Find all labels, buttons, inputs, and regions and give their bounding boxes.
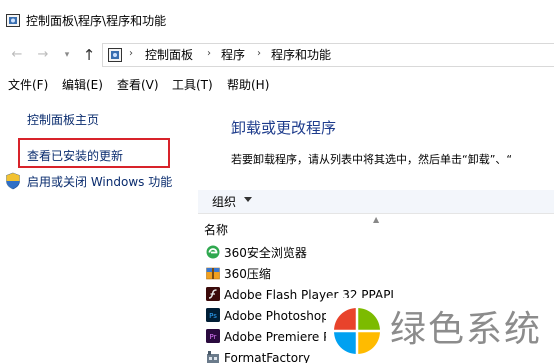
list-item[interactable]: 360压缩	[204, 265, 554, 283]
page-title: 卸载或更改程序	[231, 119, 337, 137]
watermark-text: 绿色系统	[390, 309, 543, 350]
format-factory-icon	[207, 351, 219, 363]
navigation-bar: ← → ▾ ↑ › 控制面板 › 程序 › 程序和功能	[0, 40, 554, 70]
forward-arrow-icon[interactable]: →	[34, 46, 52, 64]
list-item[interactable]: 360安全浏览器	[204, 244, 554, 262]
control-panel-icon	[108, 48, 122, 62]
breadcrumb-programs-and-features[interactable]: 程序和功能	[271, 48, 331, 62]
uac-shield-icon	[6, 172, 20, 190]
menu-view[interactable]: 查看(V)	[117, 78, 159, 92]
windows-logo-icon	[332, 306, 382, 356]
sort-up-icon: ▲	[373, 215, 380, 224]
breadcrumb-programs[interactable]: 程序	[221, 48, 245, 62]
control-panel-home-link[interactable]: 控制面板主页	[27, 113, 99, 127]
menu-edit[interactable]: 编辑(E)	[62, 78, 103, 92]
control-panel-icon	[6, 14, 20, 27]
premiere-icon: Pr	[206, 329, 220, 343]
photoshop-icon: Ps	[206, 308, 220, 322]
chevron-right-icon[interactable]: ›	[129, 48, 133, 59]
window-title: 控制面板\程序\程序和功能	[26, 14, 167, 28]
menu-file[interactable]: 文件(F)	[8, 78, 48, 92]
360-zip-icon	[206, 267, 220, 280]
title-bar: 控制面板\程序\程序和功能	[0, 0, 554, 40]
menu-help[interactable]: 帮助(H)	[227, 78, 269, 92]
windows-features-link[interactable]: 启用或关闭 Windows 功能	[27, 175, 172, 189]
breadcrumb-control-panel[interactable]: 控制面板	[145, 48, 193, 62]
watermark: 绿色系统	[326, 298, 554, 363]
svg-text:Ps: Ps	[209, 312, 217, 320]
recent-locations-chevron-icon[interactable]: ▾	[58, 46, 76, 64]
program-name: FormatFactory	[224, 351, 311, 363]
360-browser-icon	[206, 245, 220, 259]
address-bar[interactable]: › 控制面板 › 程序 › 程序和功能	[102, 43, 554, 67]
menu-bar: 文件(F) 编辑(E) 查看(V) 工具(T) 帮助(H)	[0, 74, 554, 96]
program-name: 360安全浏览器	[224, 246, 307, 260]
command-toolbar: 组织	[198, 190, 554, 214]
column-header-name[interactable]: 名称	[204, 223, 228, 237]
organize-button[interactable]: 组织	[212, 195, 236, 209]
program-name: Adobe Photoshop	[224, 309, 329, 323]
chevron-right-icon[interactable]: ›	[257, 48, 261, 59]
view-installed-updates-link[interactable]: 查看已安装的更新	[27, 149, 123, 163]
menu-tools[interactable]: 工具(T)	[172, 78, 213, 92]
back-arrow-icon[interactable]: ←	[8, 46, 26, 64]
program-name: 360压缩	[224, 267, 271, 281]
chevron-right-icon[interactable]: ›	[207, 48, 211, 59]
flash-icon	[206, 287, 220, 301]
chevron-down-icon[interactable]	[244, 197, 252, 202]
svg-text:Pr: Pr	[210, 333, 217, 341]
page-description: 若要卸载程序，请从列表中将其选中，然后单击“卸载”、“	[231, 153, 513, 166]
program-name: Adobe Premiere P	[224, 330, 331, 344]
up-arrow-icon[interactable]: ↑	[80, 46, 98, 64]
